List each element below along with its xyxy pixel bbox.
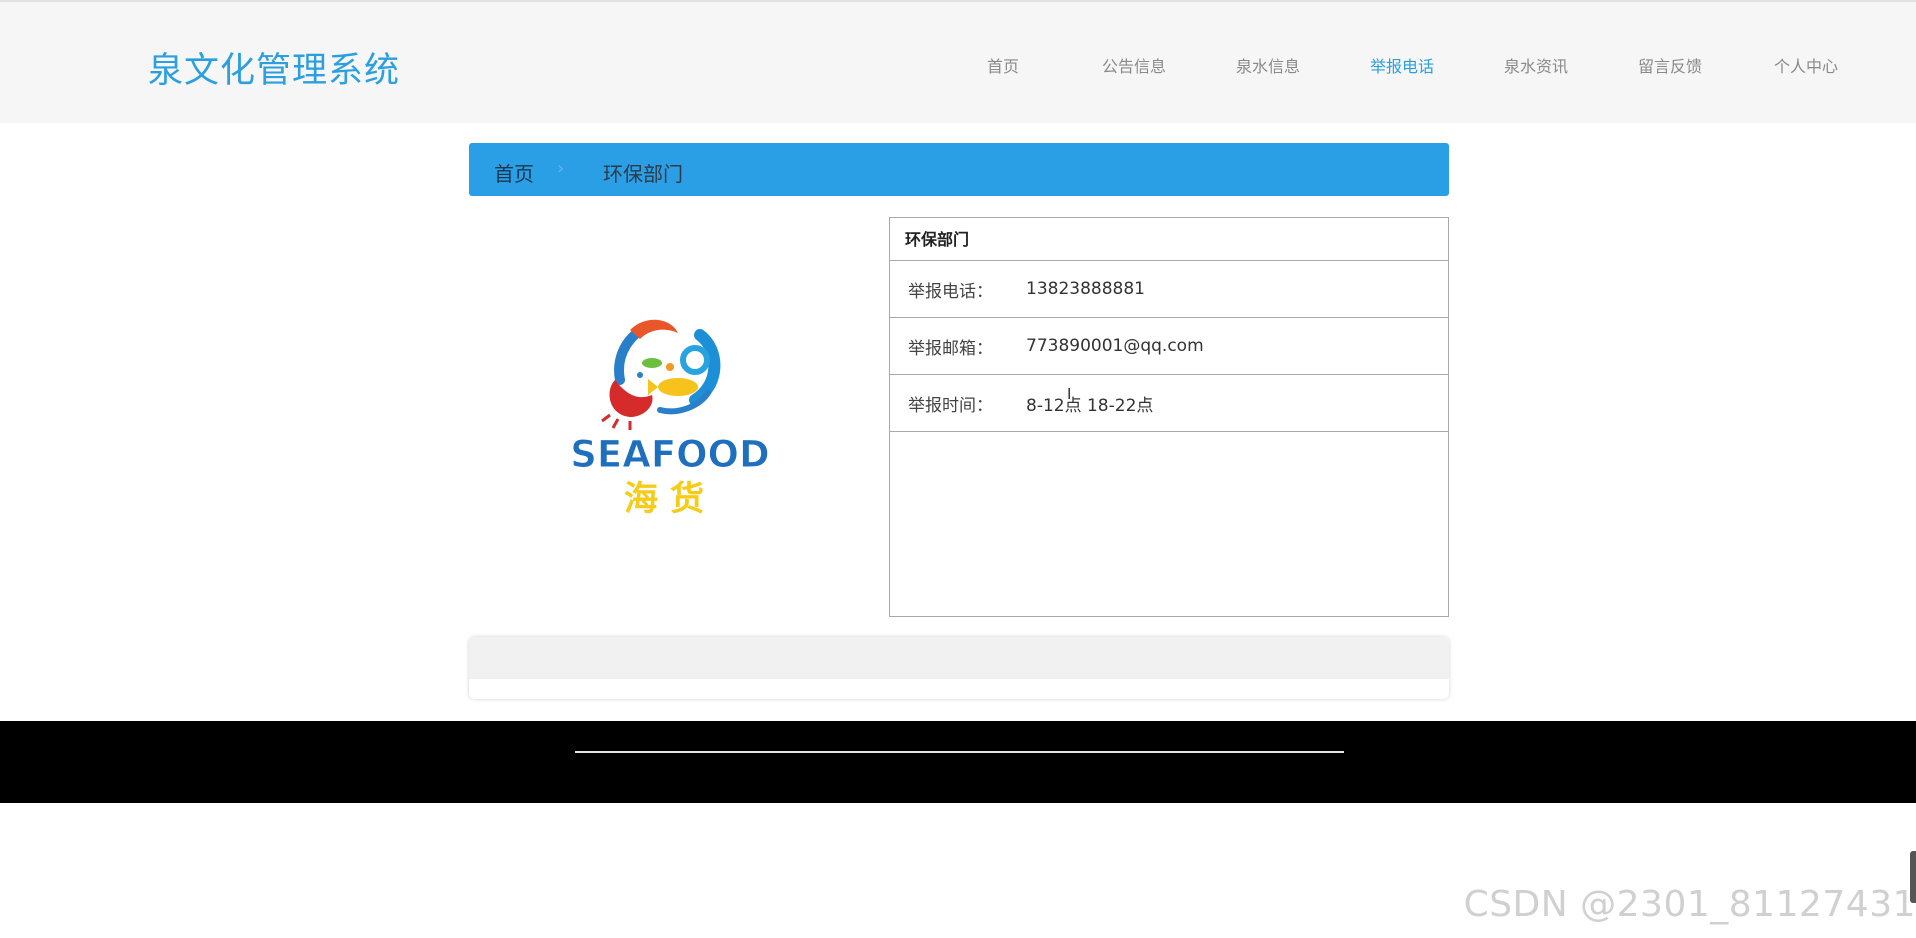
breadcrumb-current: 环保部门 [603,162,683,186]
footer-divider [575,751,1344,753]
nav-item-spring-info[interactable]: 泉水信息 [1234,53,1302,77]
logo-text-cn: 海货 [624,479,716,519]
detail-row-phone: 举报电话： 13823888881 [890,261,1448,318]
seafood-logo: SEAFOOD 海货 [570,319,770,519]
text-cursor-icon: I [1067,385,1072,403]
breadcrumb: 首页 › 环保部门 [469,143,1449,196]
hours-label: 举报时间： [908,395,993,416]
nav-item-spring-news[interactable]: 泉水资讯 [1502,53,1570,77]
breadcrumb-separator: › [557,158,565,179]
nav-item-feedback[interactable]: 留言反馈 [1636,53,1704,77]
email-value: 773890001@qq.com [1026,336,1204,356]
department-detail-table: 环保部门 举报电话： 13823888881 举报邮箱： 773890001@q… [889,217,1449,617]
content-panel [469,637,1449,699]
nav-item-announcements[interactable]: 公告信息 [1100,53,1168,77]
breadcrumb-home-link[interactable]: 首页 [494,158,534,187]
department-image: SEAFOOD 海货 [560,305,780,535]
nav-item-home[interactable]: 首页 [969,53,1037,77]
logo-text-en: SEAFOOD [570,433,769,476]
nav-item-report-phone[interactable]: 举报电话 [1368,53,1436,77]
main-nav: 首页 公告信息 泉水信息 举报电话 泉水资讯 留言反馈 个人中心 [969,53,1840,77]
phone-value: 13823888881 [1026,279,1145,299]
hours-value: 8-12点 18-22点 [1026,395,1154,416]
nav-item-personal-center[interactable]: 个人中心 [1772,53,1840,77]
top-navigation-bar: 泉文化管理系统 首页 公告信息 泉水信息 举报电话 泉水资讯 留言反馈 个人中心 [0,0,1916,123]
phone-label: 举报电话： [908,281,993,302]
footer [0,721,1916,803]
detail-row-hours: 举报时间： 8-12点 18-22点 [890,375,1448,432]
content-panel-header [469,637,1449,679]
detail-row-email: 举报邮箱： 773890001@qq.com [890,318,1448,375]
email-label: 举报邮箱： [908,338,993,359]
watermark-text: CSDN @2301_81127431 [1463,884,1916,925]
department-name: 环保部门 [890,218,1448,261]
site-title[interactable]: 泉文化管理系统 [148,42,400,93]
